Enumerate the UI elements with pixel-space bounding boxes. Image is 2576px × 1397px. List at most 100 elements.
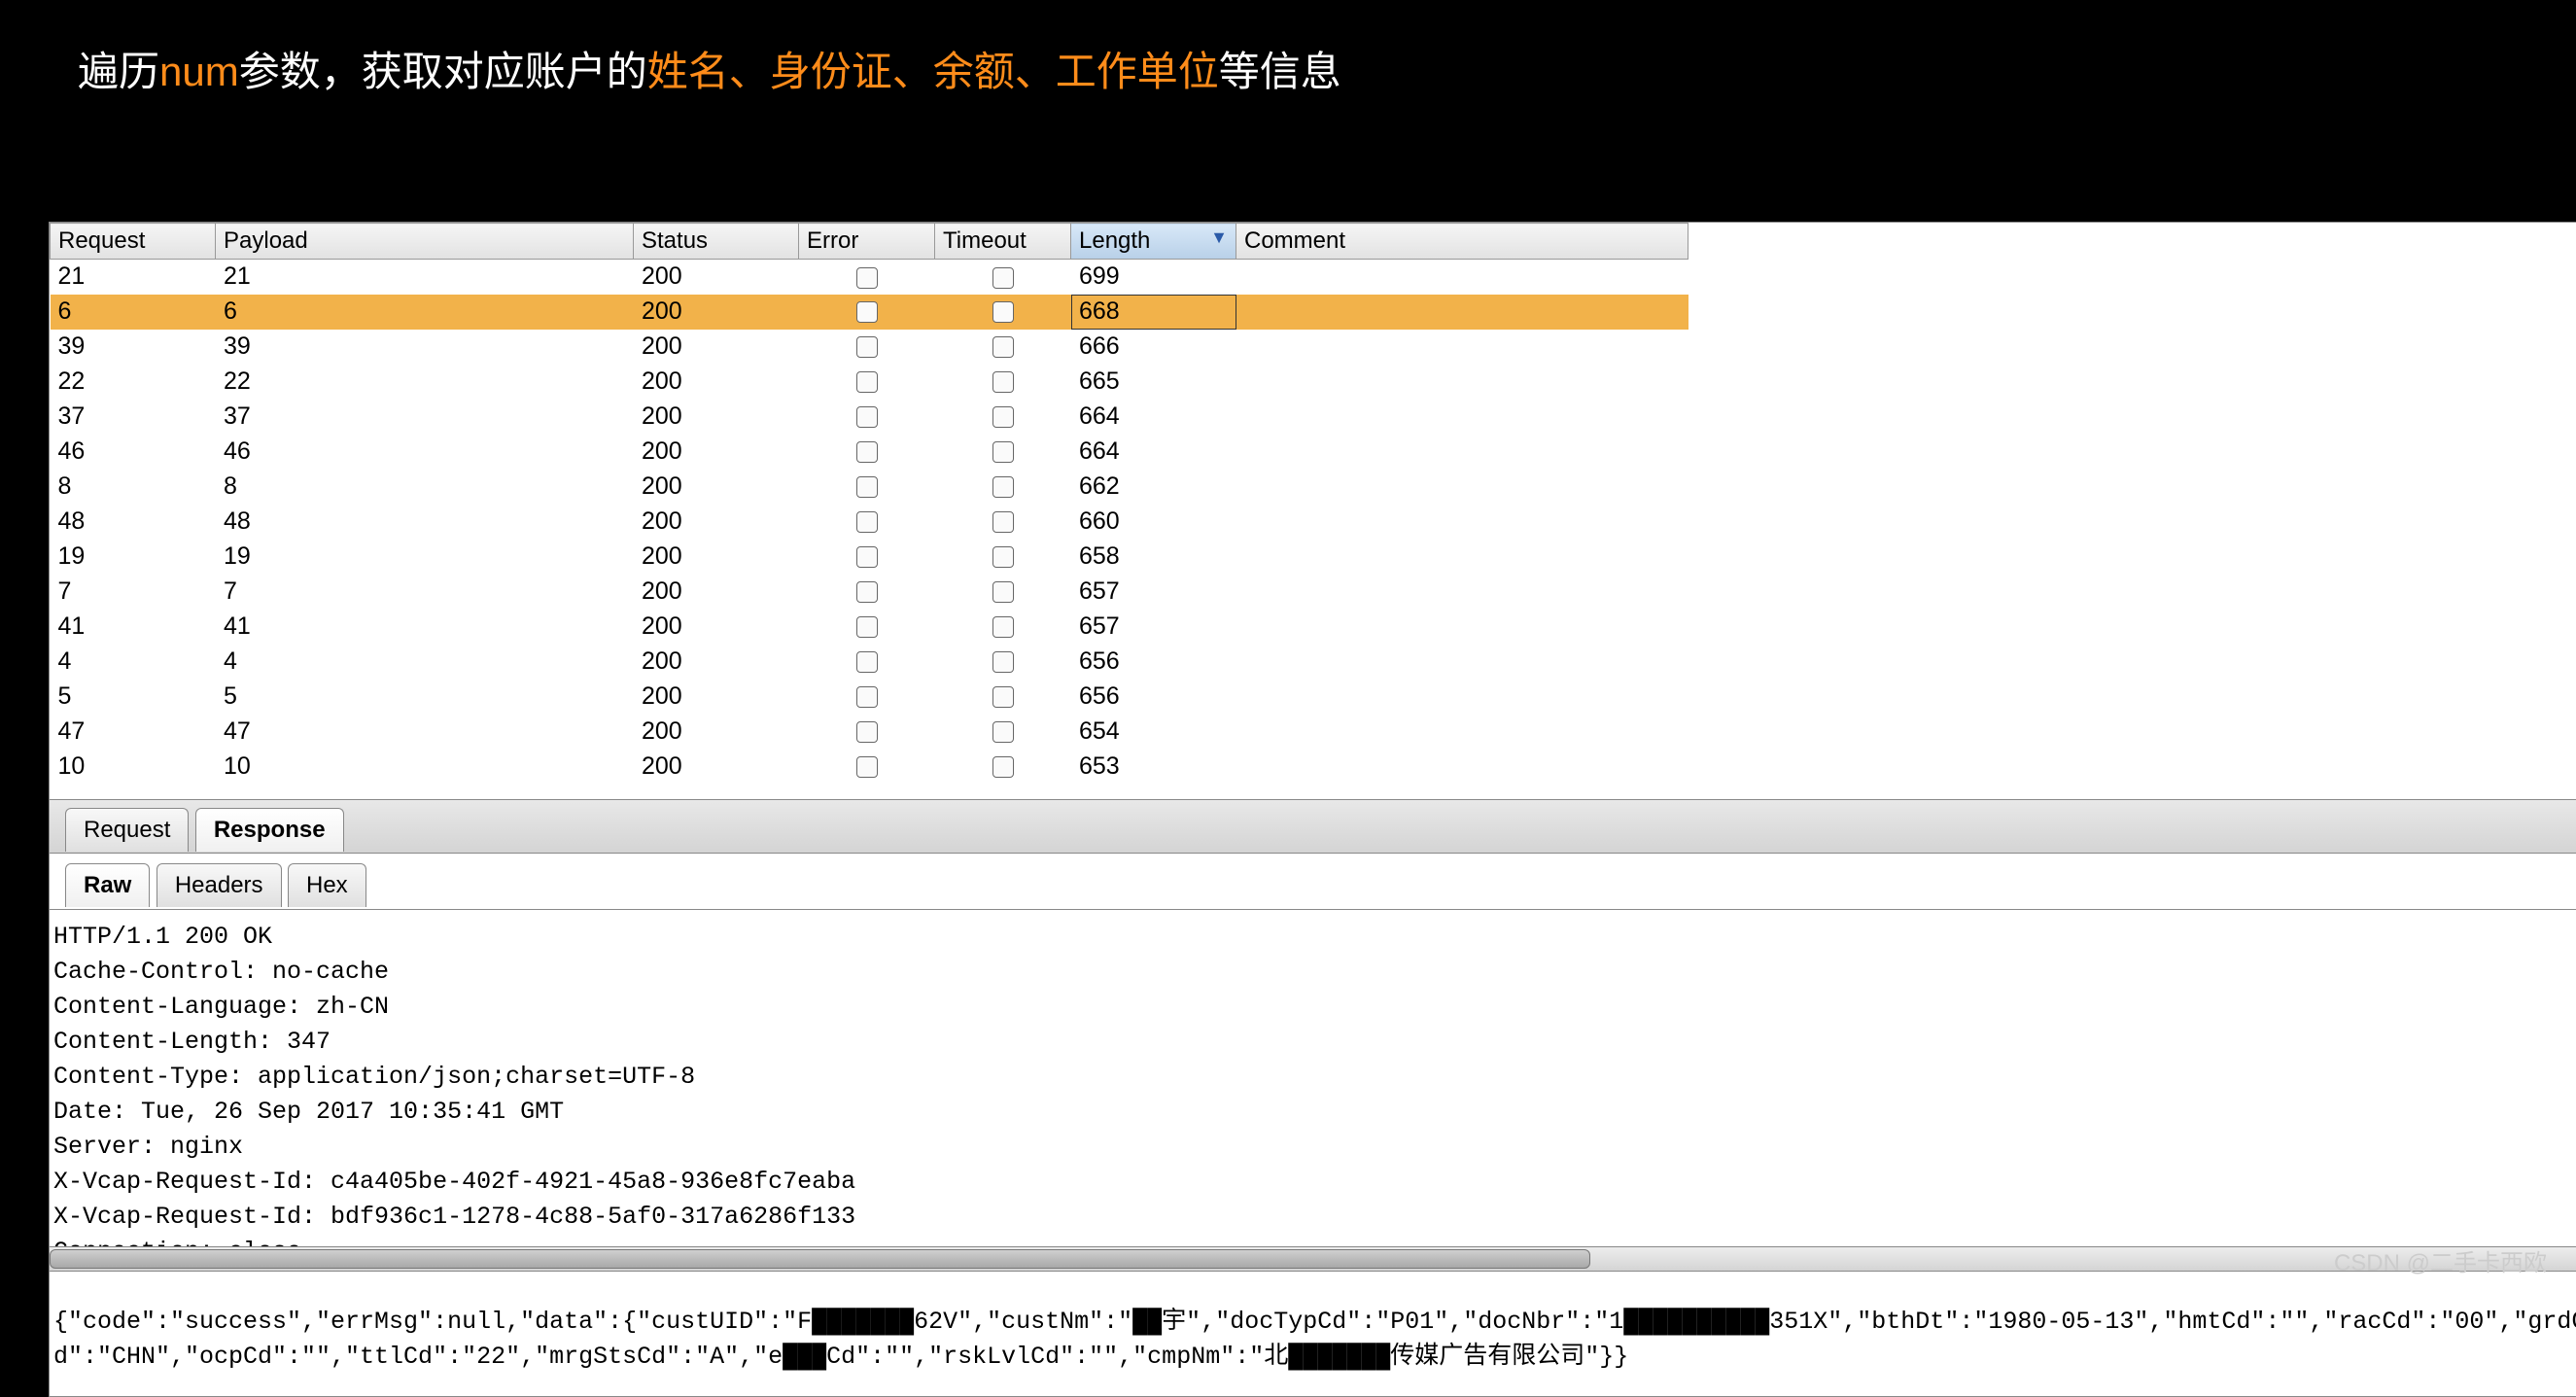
cell-timeout	[935, 295, 1071, 330]
horizontal-scrollbar[interactable]	[49, 1246, 2576, 1272]
tab-headers[interactable]: Headers	[157, 863, 282, 907]
cell-request: 4	[51, 645, 216, 680]
cell-length: 657	[1071, 610, 1236, 645]
table-row[interactable]: 66200668	[51, 295, 1688, 330]
table-row[interactable]: 4848200660	[51, 505, 1688, 540]
cell-payload: 41	[216, 610, 634, 645]
checkbox-icon	[992, 686, 1014, 708]
table-row[interactable]: 3939200666	[51, 330, 1688, 365]
cell-request: 7	[51, 575, 216, 610]
cell-request: 10	[51, 750, 216, 785]
page-title: 遍历num参数，获取对应账户的姓名、身份证、余额、工作单位等信息	[0, 0, 2576, 127]
col-status[interactable]: Status	[634, 224, 799, 260]
cell-error	[799, 400, 935, 435]
cell-request: 41	[51, 610, 216, 645]
table-row[interactable]: 88200662	[51, 470, 1688, 505]
checkbox-icon	[992, 441, 1014, 463]
cell-length: 657	[1071, 575, 1236, 610]
table-row[interactable]: 4747200654	[51, 715, 1688, 750]
table-row[interactable]: 4141200657	[51, 610, 1688, 645]
title-seg-4: 等信息	[1219, 49, 1341, 94]
cell-length: 666	[1071, 330, 1236, 365]
checkbox-icon	[856, 336, 878, 358]
cell-status: 200	[634, 645, 799, 680]
col-request[interactable]: Request	[51, 224, 216, 260]
cell-length: 665	[1071, 365, 1236, 400]
view-tab-row: Raw Headers Hex	[50, 854, 2576, 910]
cell-status: 200	[634, 365, 799, 400]
cell-payload: 48	[216, 505, 634, 540]
cell-status: 200	[634, 575, 799, 610]
cell-timeout	[935, 715, 1071, 750]
cell-payload: 47	[216, 715, 634, 750]
table-row[interactable]: 55200656	[51, 680, 1688, 715]
col-timeout[interactable]: Timeout	[935, 224, 1071, 260]
cell-error	[799, 610, 935, 645]
cell-error	[799, 750, 935, 785]
checkbox-icon	[856, 476, 878, 498]
cell-timeout	[935, 610, 1071, 645]
cell-timeout	[935, 750, 1071, 785]
table-row[interactable]: 77200657	[51, 575, 1688, 610]
checkbox-icon	[856, 581, 878, 603]
cell-payload: 10	[216, 750, 634, 785]
cell-payload: 46	[216, 435, 634, 470]
cell-error	[799, 435, 935, 470]
checkbox-icon	[992, 511, 1014, 533]
cell-payload: 19	[216, 540, 634, 575]
scrollbar-thumb[interactable]	[50, 1249, 1590, 1269]
title-seg-2: 参数，获取对应账户的	[239, 49, 647, 94]
table-row[interactable]: 1919200658	[51, 540, 1688, 575]
cell-request: 39	[51, 330, 216, 365]
cell-timeout	[935, 505, 1071, 540]
cell-payload: 21	[216, 260, 634, 295]
checkbox-icon	[992, 476, 1014, 498]
checkbox-icon	[992, 267, 1014, 289]
tab-hex[interactable]: Hex	[288, 863, 366, 907]
cell-length: 664	[1071, 435, 1236, 470]
cell-payload: 22	[216, 365, 634, 400]
table-row[interactable]: 2121200699	[51, 260, 1688, 295]
table-row[interactable]: 3737200664	[51, 400, 1688, 435]
tab-raw[interactable]: Raw	[65, 863, 150, 907]
cell-status: 200	[634, 715, 799, 750]
cell-error	[799, 575, 935, 610]
cell-error	[799, 680, 935, 715]
sort-desc-icon: ▼	[1210, 227, 1228, 248]
cell-timeout	[935, 260, 1071, 295]
cell-length: 664	[1071, 400, 1236, 435]
response-raw-pane[interactable]: HTTP/1.1 200 OK Cache-Control: no-cache …	[50, 910, 2576, 1396]
results-table[interactable]: Request Payload Status Error Timeout Len…	[50, 223, 1688, 785]
cell-request: 21	[51, 260, 216, 295]
cell-error	[799, 715, 935, 750]
cell-request: 47	[51, 715, 216, 750]
cell-comment	[1236, 400, 1688, 435]
title-seg-0: 遍历	[78, 49, 159, 94]
table-row[interactable]: 2222200665	[51, 365, 1688, 400]
tab-request[interactable]: Request	[65, 808, 189, 852]
checkbox-icon	[992, 651, 1014, 673]
cell-status: 200	[634, 540, 799, 575]
cell-comment	[1236, 505, 1688, 540]
cell-timeout	[935, 540, 1071, 575]
cell-comment	[1236, 575, 1688, 610]
cell-comment	[1236, 715, 1688, 750]
table-row[interactable]: 4646200664	[51, 435, 1688, 470]
table-row[interactable]: 44200656	[51, 645, 1688, 680]
cell-comment	[1236, 470, 1688, 505]
checkbox-icon	[992, 406, 1014, 428]
col-length[interactable]: Length▼	[1071, 224, 1236, 260]
cell-comment	[1236, 540, 1688, 575]
tab-response[interactable]: Response	[195, 808, 344, 852]
col-error[interactable]: Error	[799, 224, 935, 260]
col-payload[interactable]: Payload	[216, 224, 634, 260]
cell-status: 200	[634, 260, 799, 295]
cell-timeout	[935, 470, 1071, 505]
table-row[interactable]: 1010200653	[51, 750, 1688, 785]
cell-error	[799, 645, 935, 680]
cell-status: 200	[634, 400, 799, 435]
cell-request: 46	[51, 435, 216, 470]
col-comment[interactable]: Comment	[1236, 224, 1688, 260]
cell-length: 668	[1071, 295, 1236, 330]
detail-tab-row: Request Response	[50, 799, 2576, 854]
